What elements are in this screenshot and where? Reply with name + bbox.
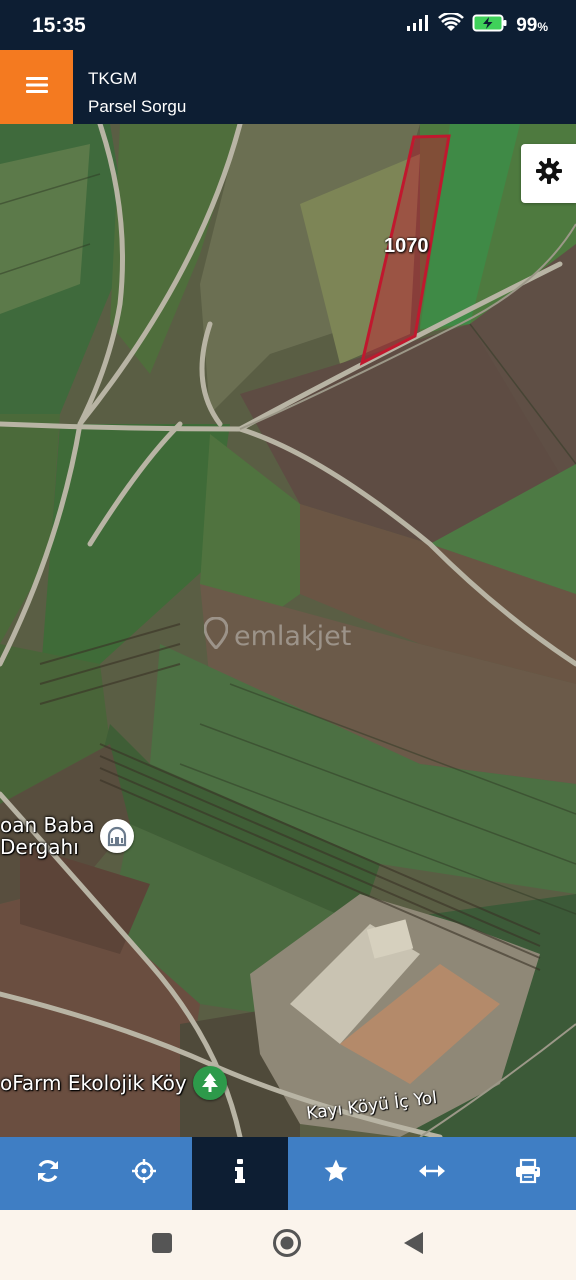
hamburger-menu-icon — [25, 76, 48, 99]
locate-button[interactable] — [96, 1137, 192, 1210]
status-icons: 99% — [406, 11, 548, 38]
mosque-icon — [100, 819, 135, 853]
parcel-number-label[interactable]: 1070 — [384, 235, 429, 258]
crosshair-icon — [131, 1158, 157, 1189]
status-bar: 15:35 99% — [0, 0, 576, 50]
tree-icon — [192, 1066, 227, 1100]
header-title: TKGM — [88, 69, 138, 88]
poi-ekolojik-koy-label: oFarm Ekolojik Köy — [0, 1071, 187, 1095]
favorite-button[interactable] — [288, 1137, 384, 1210]
home-circle-icon — [272, 1228, 302, 1263]
print-icon — [515, 1158, 541, 1189]
home-button[interactable] — [272, 1228, 302, 1263]
recents-button[interactable] — [147, 1230, 177, 1260]
refresh-button[interactable] — [0, 1137, 96, 1210]
map-settings-button[interactable] — [521, 144, 576, 203]
app-header: TKGM Parsel Sorgu — [0, 50, 576, 124]
system-nav-bar — [0, 1210, 576, 1280]
poi-dergah-label-line2: Dergahı — [0, 835, 79, 859]
watermark-text: emlakjet — [234, 621, 352, 652]
map-toolbar — [0, 1137, 576, 1210]
recents-square-icon — [150, 1231, 174, 1260]
poi-dergah-label: oan Baba Dergahı — [0, 814, 94, 858]
wifi-icon — [438, 11, 465, 38]
gear-icon — [535, 157, 563, 190]
menu-button[interactable] — [0, 50, 73, 124]
battery-percent: 99% — [516, 14, 548, 36]
info-icon — [233, 1158, 247, 1189]
watermark: emlakjet — [203, 616, 352, 656]
info-button[interactable] — [192, 1137, 288, 1210]
header-subtitle: Parsel Sorgu — [88, 97, 187, 116]
back-triangle-icon — [401, 1230, 425, 1261]
poi-dergah-label-line1: oan Baba — [0, 813, 95, 837]
poi-ekolojik-koy[interactable]: oFarm Ekolojik Köy — [0, 1066, 227, 1100]
print-button[interactable] — [480, 1137, 576, 1210]
signal-icon — [406, 14, 430, 37]
refresh-icon — [35, 1158, 61, 1189]
measure-arrows-icon — [418, 1163, 446, 1184]
back-button[interactable] — [398, 1230, 428, 1260]
status-time: 15:35 — [32, 14, 86, 37]
poi-dergah[interactable]: oan Baba Dergahı — [0, 814, 135, 858]
star-icon — [323, 1158, 349, 1189]
watermark-pin-icon — [203, 616, 229, 656]
measure-button[interactable] — [384, 1137, 480, 1210]
satellite-map[interactable]: 1070 emlakjet oan Baba Dergahı oFarm Eko… — [0, 124, 576, 1137]
battery-charging-icon — [472, 13, 508, 38]
